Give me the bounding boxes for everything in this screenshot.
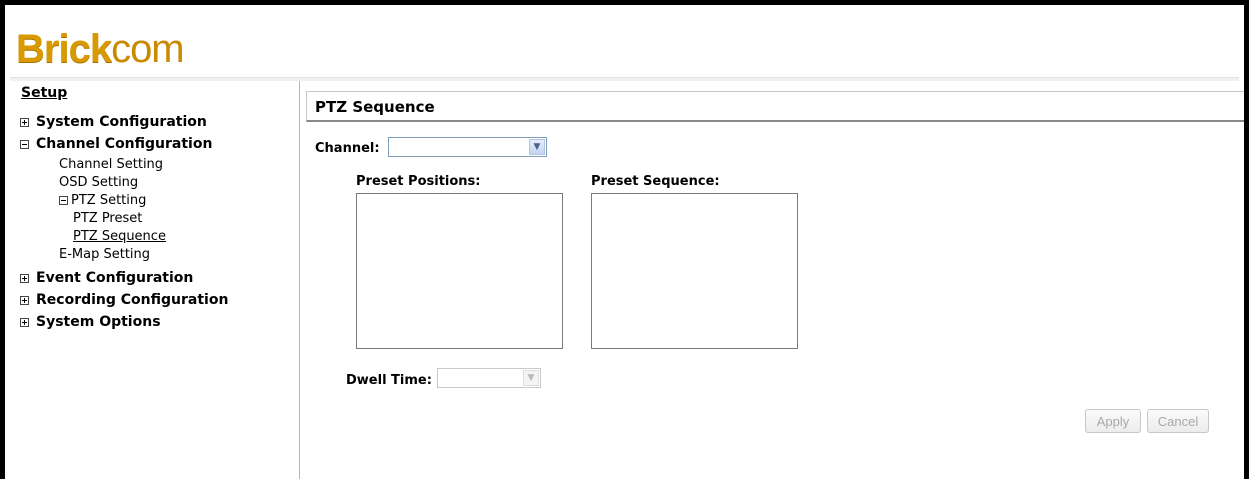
- sidebar-item-label: System Options: [36, 314, 161, 330]
- sidebar: Setup System Configuration Channel Confi…: [10, 81, 300, 479]
- sidebar-item-label: Event Configuration: [36, 270, 194, 286]
- sidebar-item-label: PTZ Setting: [71, 193, 147, 208]
- sidebar-item-label: System Configuration: [36, 114, 207, 130]
- brickcom-logo: Brickcom: [16, 27, 185, 71]
- logo-bold-text: Brick: [16, 27, 112, 71]
- sidebar-item-channel-configuration[interactable]: Channel Configuration: [20, 136, 212, 152]
- sidebar-item-channel-setting[interactable]: Channel Setting: [59, 157, 163, 172]
- sidebar-item-label: OSD Setting: [59, 175, 139, 190]
- sidebar-item-event-configuration[interactable]: Event Configuration: [20, 270, 193, 286]
- sidebar-item-ptz-setting[interactable]: PTZ Setting: [59, 193, 146, 208]
- channel-label: Channel:: [315, 141, 380, 156]
- sidebar-item-ptz-sequence[interactable]: PTZ Sequence: [73, 229, 166, 244]
- preset-positions-list[interactable]: [356, 193, 563, 349]
- sidebar-item-label: PTZ Sequence: [73, 229, 166, 244]
- dwell-time-label: Dwell Time:: [346, 373, 432, 388]
- page-title-bar: PTZ Sequence: [306, 91, 1244, 122]
- setup-link[interactable]: Setup: [21, 85, 67, 101]
- preset-sequence-list[interactable]: [591, 193, 798, 349]
- page-title: PTZ Sequence: [315, 98, 435, 116]
- expand-icon: [20, 295, 29, 305]
- sidebar-item-recording-configuration[interactable]: Recording Configuration: [20, 292, 228, 308]
- dwell-time-select[interactable]: ▼: [437, 368, 541, 388]
- sidebar-item-label: E-Map Setting: [59, 247, 151, 262]
- sidebar-item-system-options[interactable]: System Options: [20, 314, 161, 330]
- channel-select[interactable]: ▼: [388, 137, 547, 157]
- preset-positions-label: Preset Positions:: [356, 174, 481, 189]
- logo-light-text: com: [111, 27, 185, 71]
- sidebar-item-label: Channel Configuration: [36, 136, 213, 152]
- sidebar-item-ptz-preset[interactable]: PTZ Preset: [73, 211, 142, 226]
- expand-icon: [20, 117, 29, 127]
- sidebar-item-label: Recording Configuration: [36, 292, 229, 308]
- chevron-down-icon: ▼: [529, 139, 545, 155]
- sidebar-item-osd-setting[interactable]: OSD Setting: [59, 175, 138, 190]
- cancel-button[interactable]: Cancel: [1147, 409, 1209, 433]
- sidebar-item-label: Channel Setting: [59, 157, 164, 172]
- sidebar-item-system-configuration[interactable]: System Configuration: [20, 114, 207, 130]
- sidebar-item-emap-setting[interactable]: E-Map Setting: [59, 247, 150, 262]
- app-frame: Brickcom Setup System Configuration Chan…: [0, 0, 1249, 479]
- collapse-icon: [20, 139, 29, 149]
- sidebar-item-label: PTZ Preset: [73, 211, 143, 226]
- expand-icon: [20, 273, 29, 283]
- expand-icon: [20, 317, 29, 327]
- apply-button[interactable]: Apply: [1085, 409, 1141, 433]
- collapse-icon: [59, 196, 68, 205]
- main-content: PTZ Sequence Channel: ▼ Preset Positions…: [302, 81, 1244, 479]
- preset-sequence-label: Preset Sequence:: [591, 174, 720, 189]
- chevron-down-icon: ▼: [523, 370, 539, 386]
